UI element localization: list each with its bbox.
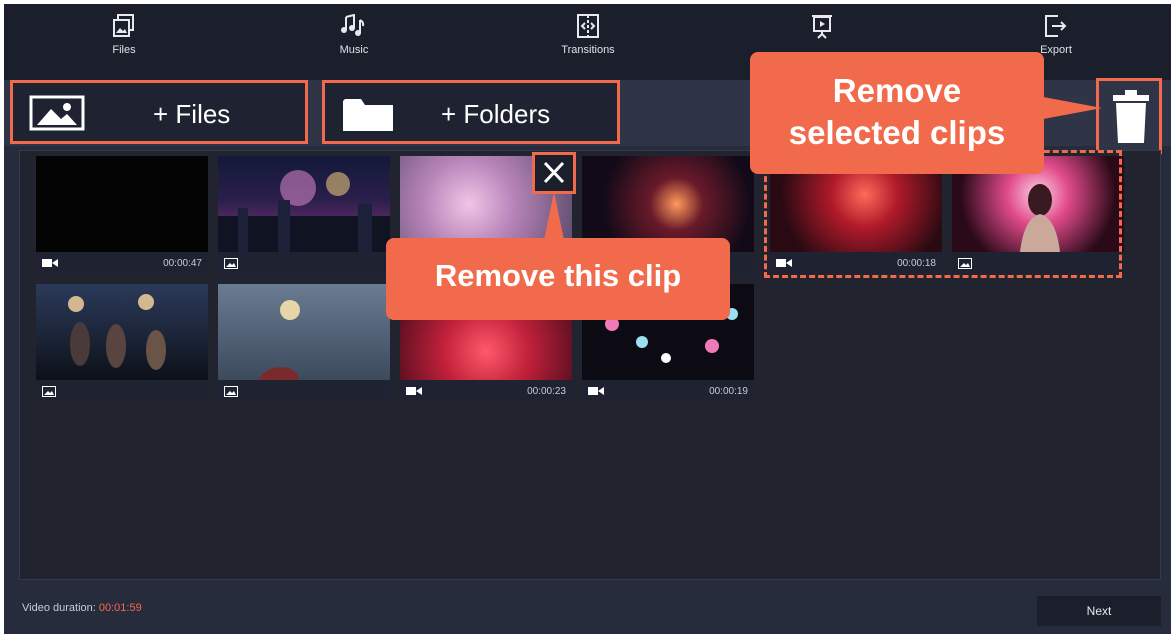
- clip-info-bar: [36, 380, 208, 402]
- remove-selected-callout: Remove selected clips: [750, 52, 1044, 174]
- remove-clip-button[interactable]: [532, 152, 576, 194]
- image-icon: [29, 95, 85, 131]
- video-icon: [406, 387, 422, 395]
- clip-duration: 00:00:47: [163, 258, 202, 269]
- clip-preview: [36, 284, 208, 380]
- clip-preview: [36, 156, 208, 252]
- add-files-button[interactable]: + Files: [10, 80, 308, 144]
- clip-info-bar: [218, 252, 390, 274]
- video-icon: [42, 259, 58, 267]
- add-files-label: + Files: [153, 99, 231, 129]
- video-icon: [588, 387, 604, 395]
- clip-preview: [218, 156, 390, 252]
- remove-this-clip-text: Remove this clip: [434, 258, 682, 293]
- image-icon: [42, 386, 56, 397]
- image-icon: [224, 386, 238, 397]
- files-icon: [113, 14, 134, 37]
- trash-icon: [1113, 90, 1149, 143]
- transitions-icon: [577, 14, 599, 38]
- add-folders-label: + Folders: [441, 99, 551, 129]
- clip-preview: [218, 284, 390, 380]
- nav-transitions[interactable]: Transitions: [518, 14, 658, 56]
- remove-selected-text: Remove selected clips: [788, 72, 1006, 151]
- nav-files[interactable]: Files: [54, 14, 194, 56]
- nav-transitions-label: Transitions: [561, 44, 615, 56]
- sparkler-image: [258, 300, 300, 380]
- image-icon: [224, 258, 238, 269]
- clip-info-bar: 00:00:47: [36, 252, 208, 274]
- folder-icon: [343, 99, 393, 131]
- clip-duration: 00:00:23: [527, 386, 566, 397]
- remove-this-clip-callout: Remove this clip: [386, 238, 730, 320]
- callout-pointer: [544, 192, 564, 240]
- video-duration: Video duration: 00:01:59: [22, 602, 142, 614]
- callout-pointer: [1038, 96, 1102, 120]
- next-button[interactable]: Next: [1037, 596, 1161, 626]
- nav-files-label: Files: [112, 44, 136, 56]
- clip-thumbnail[interactable]: [36, 284, 208, 402]
- app-window: Files Music Transitions Export + Files +…: [4, 4, 1171, 634]
- close-icon: [543, 161, 565, 184]
- clip-info-bar: 00:00:23: [400, 380, 572, 402]
- music-icon: [341, 14, 365, 36]
- clip-thumbnail[interactable]: [218, 284, 390, 402]
- delete-selected-button[interactable]: [1096, 78, 1162, 154]
- video-duration-value: 00:01:59: [98, 602, 142, 614]
- nav-music[interactable]: Music: [284, 14, 424, 56]
- add-folders-button[interactable]: + Folders: [322, 80, 620, 144]
- video-duration-label: Video duration:: [22, 602, 96, 614]
- clip-thumbnail[interactable]: 00:00:47: [36, 156, 208, 274]
- clip-info-bar: [218, 380, 390, 402]
- clip-duration: 00:00:19: [709, 386, 748, 397]
- export-icon: [1045, 15, 1067, 37]
- nav-export[interactable]: Export: [986, 14, 1126, 56]
- nav-music-label: Music: [339, 44, 369, 56]
- city-fireworks-image: [218, 170, 390, 252]
- slideshow-icon: [812, 15, 832, 39]
- clip-thumbnail[interactable]: [218, 156, 390, 274]
- people-sparklers-image: [68, 294, 166, 370]
- clip-info-bar: 00:00:19: [582, 380, 754, 402]
- nav-preview[interactable]: [752, 14, 892, 40]
